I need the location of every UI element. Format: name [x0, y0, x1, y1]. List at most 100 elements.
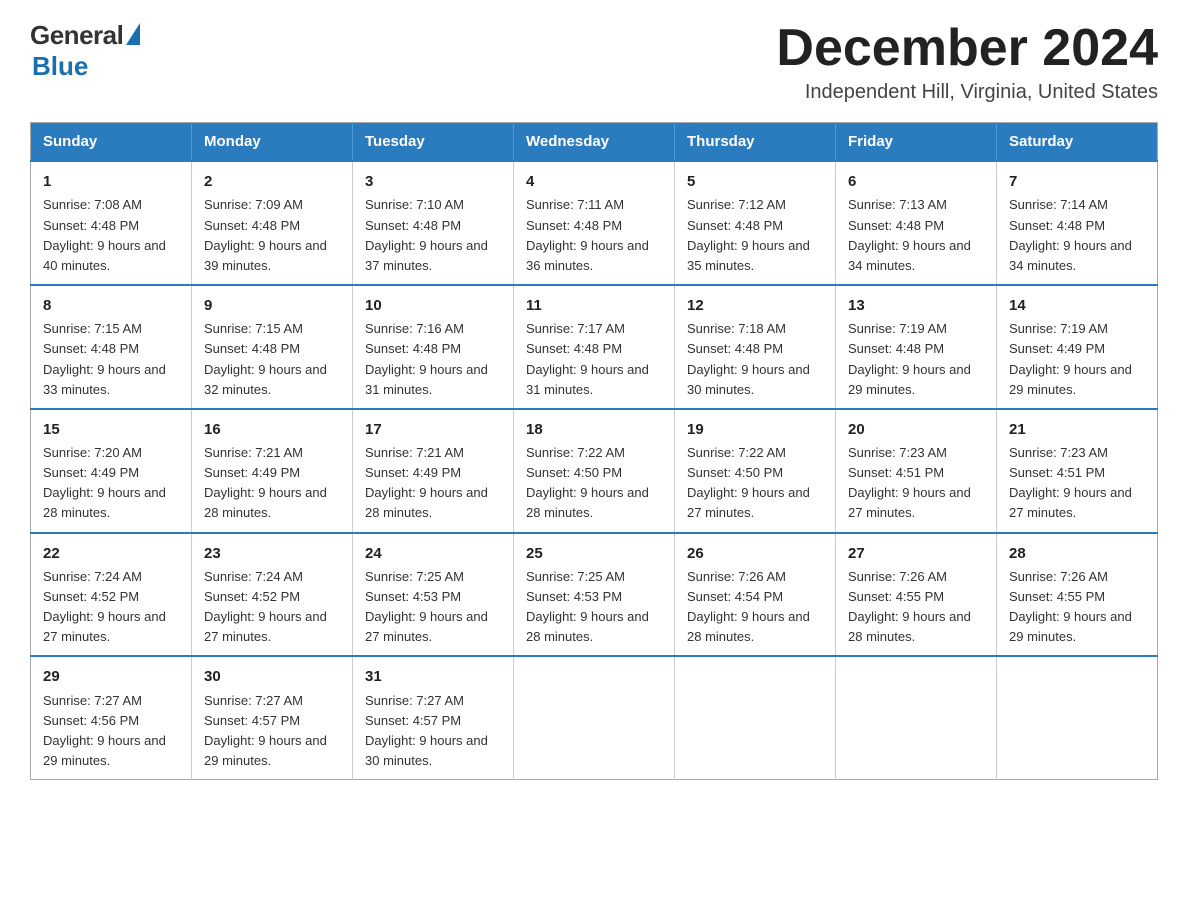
header-friday: Friday	[836, 123, 997, 162]
day-number: 18	[526, 418, 662, 441]
calendar-day-cell	[675, 656, 836, 779]
calendar-day-cell: 30 Sunrise: 7:27 AMSunset: 4:57 PMDaylig…	[192, 656, 353, 779]
day-info: Sunrise: 7:26 AMSunset: 4:55 PMDaylight:…	[1009, 569, 1132, 644]
month-title: December 2024	[776, 20, 1158, 77]
day-number: 12	[687, 294, 823, 317]
calendar-week-row: 15 Sunrise: 7:20 AMSunset: 4:49 PMDaylig…	[31, 409, 1158, 533]
day-info: Sunrise: 7:19 AMSunset: 4:48 PMDaylight:…	[848, 321, 971, 396]
header-thursday: Thursday	[675, 123, 836, 162]
calendar-week-row: 22 Sunrise: 7:24 AMSunset: 4:52 PMDaylig…	[31, 533, 1158, 657]
day-info: Sunrise: 7:25 AMSunset: 4:53 PMDaylight:…	[365, 569, 488, 644]
day-info: Sunrise: 7:26 AMSunset: 4:54 PMDaylight:…	[687, 569, 810, 644]
day-info: Sunrise: 7:20 AMSunset: 4:49 PMDaylight:…	[43, 445, 166, 520]
calendar-day-cell: 19 Sunrise: 7:22 AMSunset: 4:50 PMDaylig…	[675, 409, 836, 533]
day-info: Sunrise: 7:16 AMSunset: 4:48 PMDaylight:…	[365, 321, 488, 396]
day-number: 20	[848, 418, 984, 441]
day-number: 2	[204, 170, 340, 193]
day-number: 17	[365, 418, 501, 441]
calendar-day-cell: 26 Sunrise: 7:26 AMSunset: 4:54 PMDaylig…	[675, 533, 836, 657]
day-number: 30	[204, 665, 340, 688]
calendar-day-cell: 15 Sunrise: 7:20 AMSunset: 4:49 PMDaylig…	[31, 409, 192, 533]
day-number: 19	[687, 418, 823, 441]
day-number: 7	[1009, 170, 1145, 193]
day-info: Sunrise: 7:27 AMSunset: 4:57 PMDaylight:…	[365, 693, 488, 768]
calendar-week-row: 29 Sunrise: 7:27 AMSunset: 4:56 PMDaylig…	[31, 656, 1158, 779]
day-info: Sunrise: 7:23 AMSunset: 4:51 PMDaylight:…	[848, 445, 971, 520]
day-info: Sunrise: 7:15 AMSunset: 4:48 PMDaylight:…	[43, 321, 166, 396]
calendar-day-cell	[836, 656, 997, 779]
page-header: General Blue December 2024 Independent H…	[30, 20, 1158, 104]
day-info: Sunrise: 7:18 AMSunset: 4:48 PMDaylight:…	[687, 321, 810, 396]
day-number: 27	[848, 542, 984, 565]
day-info: Sunrise: 7:08 AMSunset: 4:48 PMDaylight:…	[43, 197, 166, 272]
day-number: 11	[526, 294, 662, 317]
header-saturday: Saturday	[997, 123, 1158, 162]
day-info: Sunrise: 7:24 AMSunset: 4:52 PMDaylight:…	[204, 569, 327, 644]
day-number: 10	[365, 294, 501, 317]
day-info: Sunrise: 7:15 AMSunset: 4:48 PMDaylight:…	[204, 321, 327, 396]
day-info: Sunrise: 7:17 AMSunset: 4:48 PMDaylight:…	[526, 321, 649, 396]
day-number: 23	[204, 542, 340, 565]
day-info: Sunrise: 7:10 AMSunset: 4:48 PMDaylight:…	[365, 197, 488, 272]
calendar-day-cell: 12 Sunrise: 7:18 AMSunset: 4:48 PMDaylig…	[675, 285, 836, 409]
location-subtitle: Independent Hill, Virginia, United State…	[776, 81, 1158, 104]
calendar-day-cell: 22 Sunrise: 7:24 AMSunset: 4:52 PMDaylig…	[31, 533, 192, 657]
calendar-day-cell: 20 Sunrise: 7:23 AMSunset: 4:51 PMDaylig…	[836, 409, 997, 533]
calendar-day-cell: 24 Sunrise: 7:25 AMSunset: 4:53 PMDaylig…	[353, 533, 514, 657]
calendar-day-cell: 9 Sunrise: 7:15 AMSunset: 4:48 PMDayligh…	[192, 285, 353, 409]
day-info: Sunrise: 7:24 AMSunset: 4:52 PMDaylight:…	[43, 569, 166, 644]
day-number: 22	[43, 542, 179, 565]
day-info: Sunrise: 7:23 AMSunset: 4:51 PMDaylight:…	[1009, 445, 1132, 520]
day-number: 29	[43, 665, 179, 688]
header-monday: Monday	[192, 123, 353, 162]
day-info: Sunrise: 7:11 AMSunset: 4:48 PMDaylight:…	[526, 197, 649, 272]
day-number: 24	[365, 542, 501, 565]
title-area: December 2024 Independent Hill, Virginia…	[776, 20, 1158, 104]
calendar-table: Sunday Monday Tuesday Wednesday Thursday…	[30, 122, 1158, 780]
day-number: 31	[365, 665, 501, 688]
day-number: 15	[43, 418, 179, 441]
day-info: Sunrise: 7:21 AMSunset: 4:49 PMDaylight:…	[204, 445, 327, 520]
day-number: 13	[848, 294, 984, 317]
logo: General Blue	[30, 20, 140, 82]
day-info: Sunrise: 7:27 AMSunset: 4:57 PMDaylight:…	[204, 693, 327, 768]
calendar-week-row: 8 Sunrise: 7:15 AMSunset: 4:48 PMDayligh…	[31, 285, 1158, 409]
day-number: 1	[43, 170, 179, 193]
day-number: 4	[526, 170, 662, 193]
calendar-day-cell: 10 Sunrise: 7:16 AMSunset: 4:48 PMDaylig…	[353, 285, 514, 409]
calendar-day-cell: 1 Sunrise: 7:08 AMSunset: 4:48 PMDayligh…	[31, 161, 192, 285]
day-info: Sunrise: 7:09 AMSunset: 4:48 PMDaylight:…	[204, 197, 327, 272]
day-info: Sunrise: 7:21 AMSunset: 4:49 PMDaylight:…	[365, 445, 488, 520]
day-info: Sunrise: 7:22 AMSunset: 4:50 PMDaylight:…	[526, 445, 649, 520]
day-info: Sunrise: 7:25 AMSunset: 4:53 PMDaylight:…	[526, 569, 649, 644]
calendar-header-row: Sunday Monday Tuesday Wednesday Thursday…	[31, 123, 1158, 162]
day-number: 3	[365, 170, 501, 193]
calendar-day-cell: 28 Sunrise: 7:26 AMSunset: 4:55 PMDaylig…	[997, 533, 1158, 657]
day-info: Sunrise: 7:14 AMSunset: 4:48 PMDaylight:…	[1009, 197, 1132, 272]
day-number: 14	[1009, 294, 1145, 317]
day-number: 26	[687, 542, 823, 565]
day-info: Sunrise: 7:27 AMSunset: 4:56 PMDaylight:…	[43, 693, 166, 768]
day-info: Sunrise: 7:26 AMSunset: 4:55 PMDaylight:…	[848, 569, 971, 644]
day-number: 21	[1009, 418, 1145, 441]
calendar-day-cell: 31 Sunrise: 7:27 AMSunset: 4:57 PMDaylig…	[353, 656, 514, 779]
calendar-day-cell: 27 Sunrise: 7:26 AMSunset: 4:55 PMDaylig…	[836, 533, 997, 657]
day-number: 9	[204, 294, 340, 317]
day-info: Sunrise: 7:19 AMSunset: 4:49 PMDaylight:…	[1009, 321, 1132, 396]
header-tuesday: Tuesday	[353, 123, 514, 162]
header-wednesday: Wednesday	[514, 123, 675, 162]
day-info: Sunrise: 7:22 AMSunset: 4:50 PMDaylight:…	[687, 445, 810, 520]
calendar-day-cell: 11 Sunrise: 7:17 AMSunset: 4:48 PMDaylig…	[514, 285, 675, 409]
calendar-day-cell: 18 Sunrise: 7:22 AMSunset: 4:50 PMDaylig…	[514, 409, 675, 533]
calendar-day-cell: 4 Sunrise: 7:11 AMSunset: 4:48 PMDayligh…	[514, 161, 675, 285]
day-number: 5	[687, 170, 823, 193]
day-number: 16	[204, 418, 340, 441]
calendar-day-cell: 7 Sunrise: 7:14 AMSunset: 4:48 PMDayligh…	[997, 161, 1158, 285]
day-info: Sunrise: 7:13 AMSunset: 4:48 PMDaylight:…	[848, 197, 971, 272]
day-number: 8	[43, 294, 179, 317]
calendar-day-cell: 3 Sunrise: 7:10 AMSunset: 4:48 PMDayligh…	[353, 161, 514, 285]
calendar-day-cell: 6 Sunrise: 7:13 AMSunset: 4:48 PMDayligh…	[836, 161, 997, 285]
calendar-week-row: 1 Sunrise: 7:08 AMSunset: 4:48 PMDayligh…	[31, 161, 1158, 285]
calendar-day-cell: 17 Sunrise: 7:21 AMSunset: 4:49 PMDaylig…	[353, 409, 514, 533]
logo-general-text: General	[30, 20, 123, 51]
